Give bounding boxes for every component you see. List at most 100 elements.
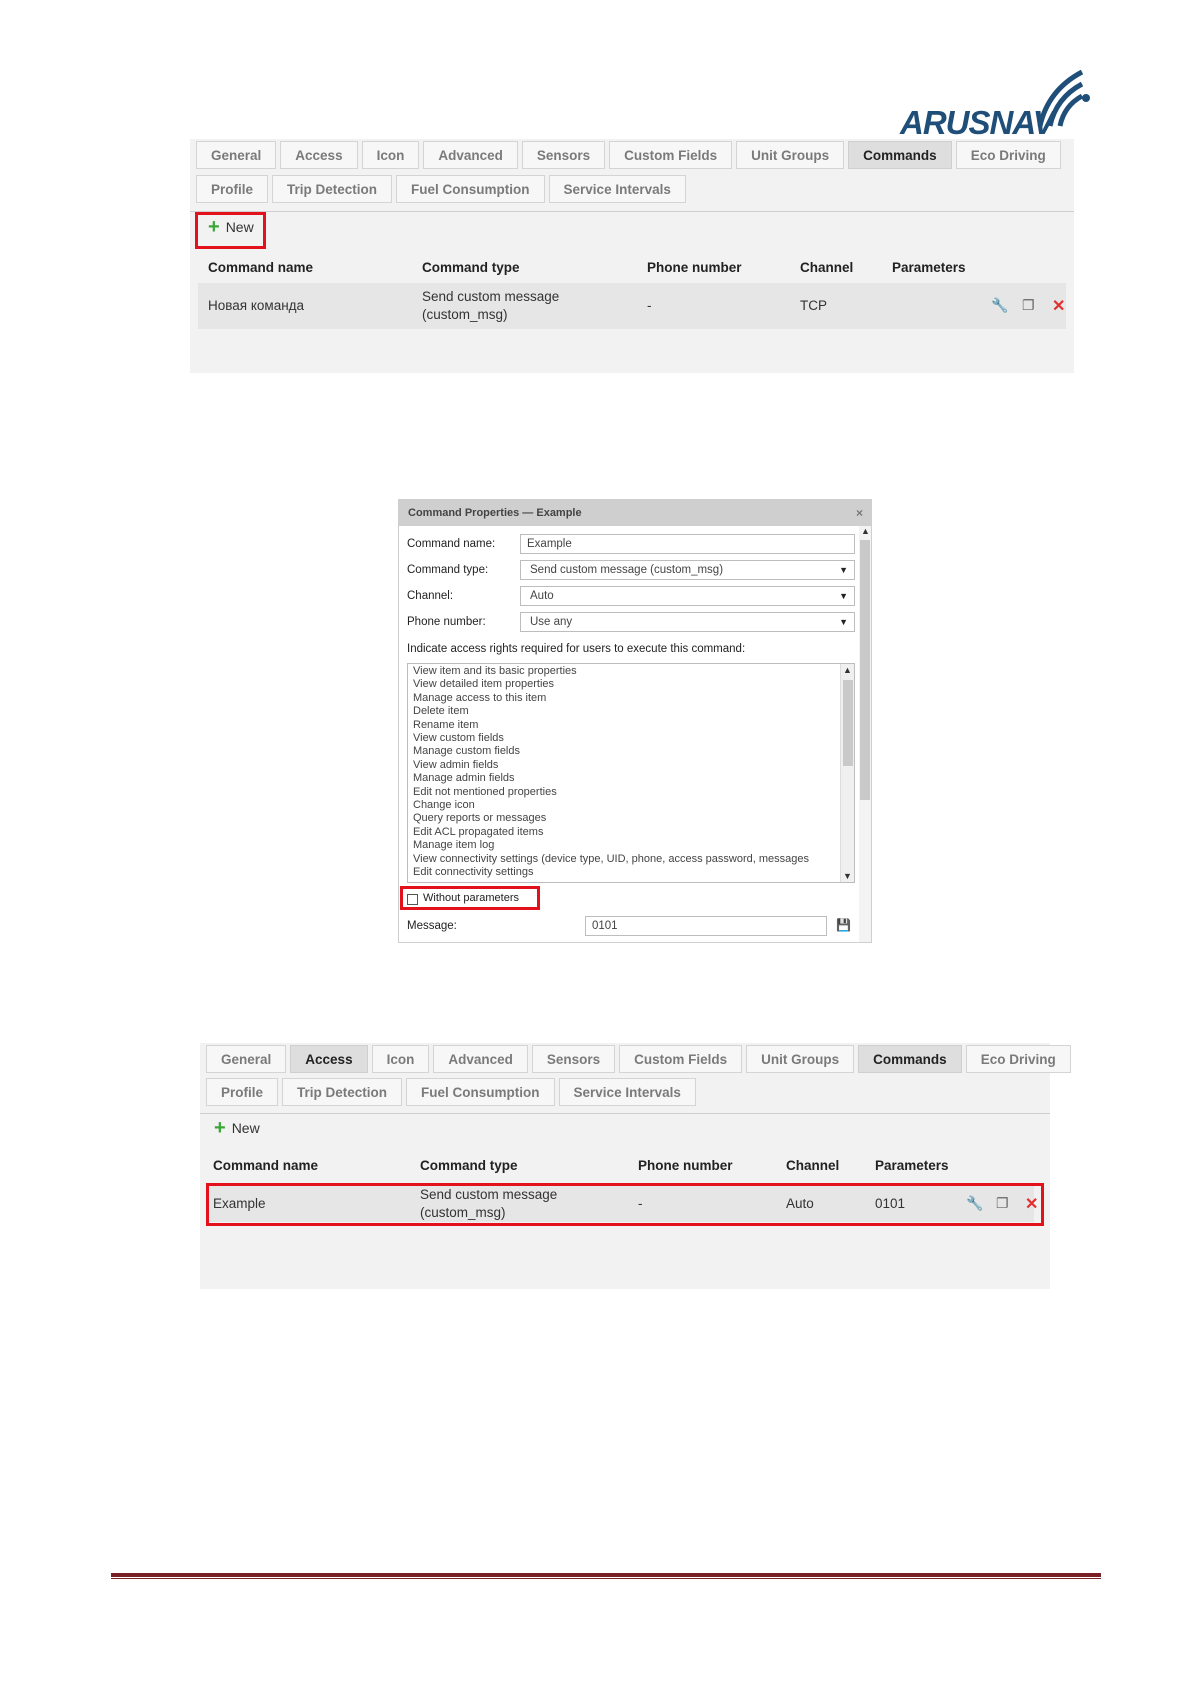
tab-row-1: General Access Icon Advanced Sensors Cus… [206, 1045, 1071, 1073]
phone-number-select[interactable]: Use any ▼ [520, 612, 855, 632]
col-phone-number: Phone number [647, 260, 742, 275]
commands-panel-before: General Access Icon Advanced Sensors Cus… [190, 139, 1074, 373]
tab-custom-fields[interactable]: Custom Fields [609, 141, 733, 169]
tab-fuel-consumption[interactable]: Fuel Consumption [396, 175, 545, 203]
dialog-scrollbar[interactable]: ▲ [859, 526, 871, 942]
tab-advanced[interactable]: Advanced [423, 141, 518, 169]
chevron-down-icon: ▼ [839, 565, 848, 575]
col-parameters: Parameters [875, 1158, 949, 1173]
col-phone-number: Phone number [638, 1158, 733, 1173]
list-item[interactable]: Edit not mentioned properties [408, 786, 854, 799]
channel-select[interactable]: Auto ▼ [520, 586, 855, 606]
list-item[interactable]: Delete item [408, 705, 854, 718]
list-item[interactable]: Query reports or messages [408, 812, 854, 825]
scroll-up-icon[interactable]: ▲ [861, 526, 870, 536]
tab-profile[interactable]: Profile [196, 175, 269, 203]
col-channel: Channel [800, 260, 854, 275]
tab-eco-driving[interactable]: Eco Driving [955, 141, 1061, 169]
col-command-name: Command name [208, 260, 314, 275]
tab-advanced[interactable]: Advanced [433, 1045, 528, 1073]
list-item[interactable]: Rename item [408, 719, 854, 732]
message-input[interactable]: 0101 [585, 916, 827, 936]
cell-command-type: Send custom message (custom_msg) [422, 289, 560, 322]
save-icon[interactable]: 💾 [836, 918, 851, 932]
list-item[interactable]: Change icon [408, 799, 854, 812]
col-channel: Channel [786, 1158, 840, 1173]
phone-number-label: Phone number: [407, 616, 486, 628]
tab-sensors[interactable]: Sensors [531, 1045, 616, 1073]
access-rights-label: Indicate access rights required for user… [407, 643, 746, 655]
wrench-icon[interactable]: 🔧 [991, 297, 1008, 314]
commands-panel-after: General Access Icon Advanced Sensors Cus… [200, 1043, 1071, 1289]
tab-icon[interactable]: Icon [361, 141, 420, 169]
list-item[interactable]: Manage custom fields [408, 745, 854, 758]
tab-unit-groups[interactable]: Unit Groups [736, 141, 845, 169]
command-name-label: Command name: [407, 538, 496, 550]
channel-label: Channel: [407, 590, 454, 602]
footer-rule-thin [111, 1578, 1101, 1579]
list-item[interactable]: View custom fields [408, 732, 854, 745]
arusnavi-logo: ARUSNAV [900, 60, 1100, 144]
tab-commands[interactable]: Commands [858, 1045, 962, 1073]
list-item[interactable]: Manage item log [408, 839, 854, 852]
list-item[interactable]: View admin fields [408, 759, 854, 772]
col-command-type: Command type [420, 1158, 518, 1173]
list-item[interactable]: Edit connectivity settings [408, 866, 854, 879]
tab-fuel-consumption[interactable]: Fuel Consumption [406, 1078, 555, 1106]
scroll-thumb[interactable] [843, 680, 853, 766]
tab-service-intervals[interactable]: Service Intervals [558, 1078, 696, 1106]
tab-eco-driving[interactable]: Eco Driving [965, 1045, 1071, 1073]
delete-icon[interactable]: ✕ [1052, 296, 1065, 316]
scroll-down-icon[interactable]: ▼ [843, 871, 852, 881]
col-command-name: Command name [213, 1158, 319, 1173]
tab-trip-detection[interactable]: Trip Detection [282, 1078, 403, 1106]
divider [190, 211, 1074, 212]
col-parameters: Parameters [892, 260, 966, 275]
copy-icon[interactable]: ❐ [1022, 297, 1035, 314]
cell-channel: TCP [800, 298, 827, 313]
tab-custom-fields[interactable]: Custom Fields [619, 1045, 743, 1073]
tab-access[interactable]: Access [290, 1045, 368, 1073]
list-item[interactable]: View connectivity settings (device type,… [408, 853, 854, 866]
highlight-example-row [206, 1183, 1044, 1226]
command-properties-dialog: Command Properties — Example × ▲ Command… [398, 499, 872, 943]
tab-sensors[interactable]: Sensors [521, 141, 606, 169]
tab-service-intervals[interactable]: Service Intervals [548, 175, 686, 203]
col-command-type: Command type [422, 260, 520, 275]
tab-commands[interactable]: Commands [848, 141, 952, 169]
scroll-up-icon[interactable]: ▲ [843, 665, 852, 675]
tab-row-2: Profile Trip Detection Fuel Consumption … [196, 175, 686, 203]
divider [200, 1113, 1050, 1114]
table-row[interactable]: Новая команда Send custom message (custo… [198, 283, 1066, 329]
cell-phone-number: - [647, 298, 652, 313]
list-item[interactable]: Edit ACL propagated items [408, 826, 854, 839]
tab-access[interactable]: Access [280, 141, 358, 169]
new-command-button[interactable]: + New [214, 1118, 260, 1138]
chevron-down-icon: ▼ [839, 617, 848, 627]
tab-row-1: General Access Icon Advanced Sensors Cus… [196, 141, 1061, 169]
command-type-label: Command type: [407, 564, 489, 576]
tab-unit-groups[interactable]: Unit Groups [746, 1045, 855, 1073]
tab-icon[interactable]: Icon [371, 1045, 430, 1073]
list-item[interactable]: View item and its basic properties [408, 665, 854, 678]
scroll-thumb[interactable] [860, 540, 870, 800]
tab-trip-detection[interactable]: Trip Detection [272, 175, 393, 203]
cell-command-name: Новая команда [208, 298, 305, 313]
tab-profile[interactable]: Profile [206, 1078, 279, 1106]
list-item[interactable]: Manage access to this item [408, 692, 854, 705]
highlight-new-button [195, 212, 266, 249]
access-rights-list[interactable]: View item and its basic properties View … [407, 663, 855, 883]
logo-text: ARUSNAV [900, 104, 1055, 141]
message-label: Message: [407, 920, 457, 932]
rights-scrollbar[interactable]: ▲ ▼ [840, 664, 854, 882]
close-icon[interactable]: × [856, 500, 863, 526]
dialog-title: Command Properties — Example × [399, 500, 871, 526]
command-type-select[interactable]: Send custom message (custom_msg) ▼ [520, 560, 855, 580]
list-item[interactable]: Manage admin fields [408, 772, 854, 785]
tab-general[interactable]: General [196, 141, 277, 169]
list-item[interactable]: View detailed item properties [408, 678, 854, 691]
command-name-input[interactable]: Example [520, 534, 855, 554]
tab-general[interactable]: General [206, 1045, 287, 1073]
chevron-down-icon: ▼ [839, 591, 848, 601]
new-label: New [231, 1120, 260, 1136]
